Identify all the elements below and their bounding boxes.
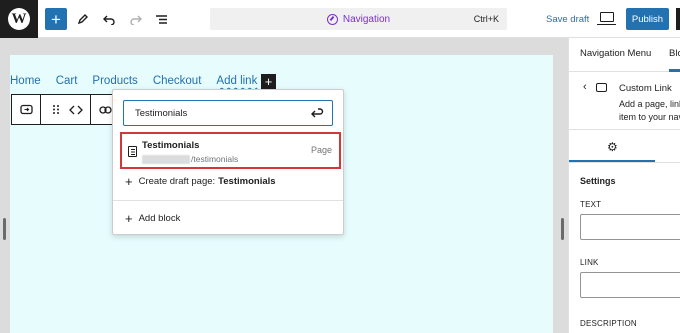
settings-heading: Settings [580,176,616,186]
block-mover [41,95,91,124]
search-result-testimonials[interactable]: Testimonials /testimonials Page [120,132,341,169]
settings-toggle-button[interactable] [676,8,680,30]
block-card-title: Custom Link [619,83,672,94]
navigation-block: Home Cart Products Checkout Add link [10,74,272,88]
command-palette-bar[interactable]: Navigation Ctrl+K [210,8,507,30]
plus-icon: + [125,174,133,189]
result-type-badge: Page [310,145,332,155]
nav-link-cart[interactable]: Cart [56,75,78,87]
preview-desktop-icon[interactable] [597,12,616,25]
drag-handle-icon[interactable] [46,95,66,124]
save-draft-button[interactable]: Save draft [546,8,589,30]
sidebar-tabs: Navigation Menu Blo [569,38,680,72]
plus-icon: + [125,211,133,226]
tab-navigation-menu[interactable]: Navigation Menu [580,48,651,59]
nav-link-products[interactable]: Products [92,75,137,87]
create-draft-prefix: Create draft page: [138,176,216,187]
redo-button[interactable] [124,8,146,30]
back-arrow-icon[interactable]: ‹ [583,81,587,93]
add-block-label: Add block [138,213,181,224]
nav-link-checkout[interactable]: Checkout [153,75,202,87]
command-bar-label: Navigation [342,13,391,25]
undo-button[interactable] [98,8,120,30]
move-left-right-icon[interactable] [66,95,86,124]
add-block-option[interactable]: + Add block [125,212,180,225]
link-search-input[interactable] [123,100,333,126]
command-shortcut: Ctrl+K [473,14,499,24]
undo-icon [102,15,115,25]
block-toolbar [11,94,121,125]
nav-link-add-link[interactable]: Add link [216,75,257,87]
gear-icon[interactable]: ⚙ [607,140,618,154]
active-tab-indicator [669,69,680,72]
nav-add-block-button[interactable]: + [261,74,276,89]
page-icon [128,146,137,157]
resize-handle-right[interactable] [561,218,564,240]
block-type-switcher[interactable] [12,95,41,124]
text-field-label: TEXT [580,200,602,209]
create-draft-page-option[interactable]: + Create draft page: Testimonials [125,175,276,188]
editor-top-bar: W + Navigation Ctrl+K Save draft Publish [0,0,680,38]
link-control-popover: Testimonials /testimonials Page + Create… [112,89,344,235]
block-inserter-button[interactable]: + [45,8,67,30]
tab-block[interactable]: Blo [669,48,680,59]
wordpress-logo-icon: W [8,8,30,30]
publish-button[interactable]: Publish [626,8,669,30]
list-view-icon [155,14,167,24]
wordpress-logo[interactable]: W [0,0,38,38]
link-field[interactable] [580,272,680,298]
create-draft-name: Testimonials [218,176,276,187]
text-field[interactable] [580,214,680,240]
tools-button[interactable] [72,8,94,30]
blurred-domain [142,154,190,164]
result-title: Testimonials [142,140,200,151]
compass-icon [326,13,338,25]
document-overview-button[interactable] [150,8,172,30]
nav-link-home[interactable]: Home [10,75,41,87]
submit-enter-icon[interactable] [310,106,324,120]
settings-sidebar: Navigation Menu Blo ‹ Custom Link Add a … [568,38,680,333]
sidebar-divider [569,162,680,163]
resize-handle-left[interactable] [3,218,6,240]
redo-icon [129,15,142,25]
pencil-icon [77,14,88,25]
link-field-label: LINK [580,258,599,267]
result-url: /testimonials [142,154,238,164]
custom-link-block-icon [19,104,33,115]
result-url-path: /testimonials [191,154,239,164]
popover-divider [113,200,343,201]
sidebar-divider [569,129,680,130]
custom-link-block-icon [596,83,607,92]
command-bar-title: Navigation [210,8,507,30]
link-icon [99,105,112,114]
description-field-label: DESCRIPTION [580,319,637,328]
block-card-description: Add a page, link item to your nav [619,99,680,122]
